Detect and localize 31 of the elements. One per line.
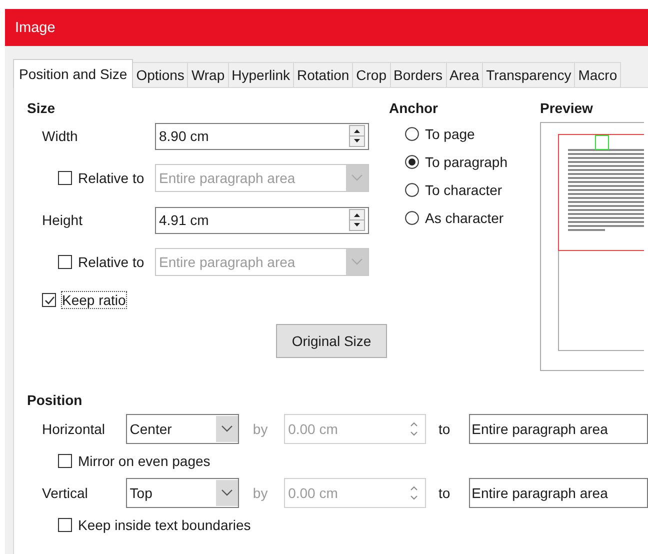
checkbox-label: Mirror on even pages — [78, 453, 210, 469]
dropdown[interactable]: Entire paragraph area — [468, 414, 648, 444]
checkbox-label: Keep ratio — [62, 292, 126, 308]
section-heading: Anchor — [389, 100, 439, 116]
field-label: Height — [42, 212, 84, 228]
field-label: by — [252, 421, 269, 437]
field-label: Vertical — [42, 485, 89, 501]
checkbox-label: Relative to — [78, 170, 144, 186]
dropdown[interactable]: Entire paragraph area — [468, 478, 648, 508]
section-heading: Preview — [540, 100, 594, 116]
checkbox-label: Keep inside text boundaries — [78, 517, 251, 533]
field-label: Width — [42, 128, 79, 144]
window-title: Image — [15, 20, 56, 36]
radio-label: As character — [425, 210, 504, 226]
section-heading: Size — [27, 100, 56, 116]
tab[interactable]: Position and Size — [13, 59, 134, 88]
section-heading: Position — [27, 392, 84, 408]
dropdown[interactable]: Center — [126, 414, 239, 444]
checkbox-label: Relative to — [78, 254, 144, 270]
radio-label: To page — [425, 126, 475, 142]
original-size-button[interactable]: Original Size — [276, 324, 387, 358]
radio-label: To paragraph — [425, 154, 508, 170]
field-label: to — [438, 485, 452, 501]
spin-field[interactable]: 4.91 cm — [155, 206, 369, 234]
field-label: Horizontal — [42, 421, 106, 437]
spin-field[interactable]: 8.90 cm — [155, 122, 369, 150]
dropdown[interactable]: Top — [126, 478, 239, 508]
tab[interactable]: Macro — [574, 62, 622, 87]
radio-label: To character — [425, 182, 502, 198]
field-label: to — [438, 421, 452, 437]
field-label: by — [252, 485, 269, 501]
